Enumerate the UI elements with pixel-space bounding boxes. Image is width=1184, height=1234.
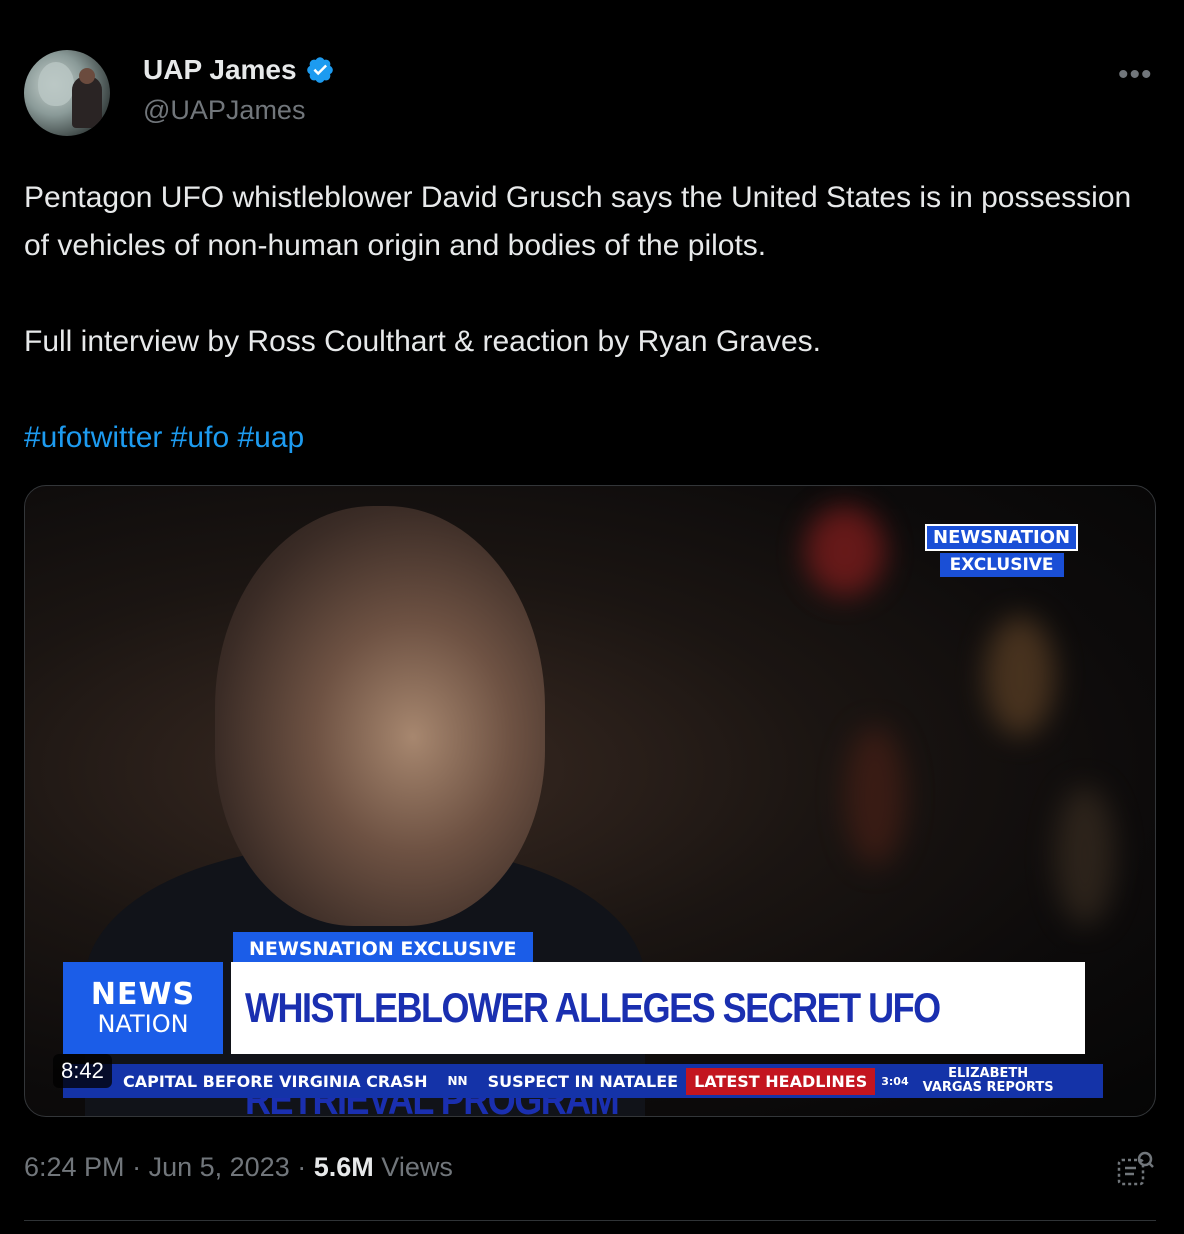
tweet-meta: 6:24 PM · Jun 5, 2023 · 5.6M Views [24,1152,453,1183]
author-name[interactable]: UAP James [143,54,297,86]
program-line2: VARGAS REPORTS [922,1080,1054,1095]
views-label: Views [381,1152,453,1182]
hashtag-link[interactable]: #ufotwitter [24,421,162,454]
ticker-program-label: ELIZABETH VARGAS REPORTS [923,1067,1054,1095]
ticker-clock: 3:04 [881,1074,909,1088]
ticker-item: CAPITAL BEFORE VIRGINIA CRASH [123,1071,428,1091]
avatar-person-figure [72,68,102,128]
chyron-headline: WHISTLEBLOWER ALLEGES SECRET UFO RETRIEV… [231,962,1085,1116]
meta-separator: · [297,1152,307,1182]
analytics-icon[interactable] [1114,1148,1156,1190]
tweet-time[interactable]: 6:24 PM [24,1152,125,1182]
tweet-paragraph: Full interview by Ross Coulthart & react… [24,325,821,358]
program-line1: ELIZABETH [948,1066,1029,1081]
views-count: 5.6M [313,1152,374,1182]
background-bokeh [985,616,1055,736]
logo-line2: NATION [97,1010,189,1038]
background-bokeh [845,726,905,866]
chyron-tag: NEWSNATION EXCLUSIVE [233,932,533,966]
ticker-nn-mark: NN [447,1074,468,1088]
tweet-date[interactable]: Jun 5, 2023 [149,1152,290,1182]
author-handle[interactable]: @UAPJames [143,95,305,126]
hashtag-link[interactable]: #ufo [171,421,229,454]
video-duration-badge: 8:42 [53,1054,112,1088]
meta-separator: · [132,1152,142,1182]
ellipsis-icon[interactable]: ••• [1118,58,1153,92]
ticker-item: SUSPECT IN NATALEE [487,1071,679,1091]
logo-line1: NEWS [90,977,196,1012]
logo-top-line2: EXCLUSIVE [939,553,1064,577]
avatar[interactable] [24,50,110,136]
newsnation-logo: NEWS NATION [63,962,223,1054]
ticker-latest-headlines: LATEST HEADLINES [686,1067,876,1095]
background-bokeh [1055,786,1115,926]
video-subject-head [215,506,545,926]
news-ticker: CAPITAL BEFORE VIRGINIA CRASH NN SUSPECT… [63,1064,1103,1098]
background-bokeh [805,506,885,596]
tweet-paragraph: Pentagon UFO whistleblower David Grusch … [24,181,1132,262]
verified-badge-icon [306,57,333,83]
video-player[interactable]: NEWSNATION EXCLUSIVE NEWSNATION EXCLUSIV… [24,485,1156,1117]
divider [24,1220,1156,1221]
tweet-text: Pentagon UFO whistleblower David Grusch … [24,174,1154,462]
logo-top-line1: NEWSNATION [925,524,1079,551]
hashtag-link[interactable]: #uap [237,421,304,454]
author-name-row: UAP James [143,54,335,86]
hashtags: #ufotwitter #ufo #uap [24,414,1154,462]
avatar-alien-figure [38,62,74,106]
newsnation-exclusive-logo: NEWSNATION EXCLUSIVE [925,524,1079,577]
